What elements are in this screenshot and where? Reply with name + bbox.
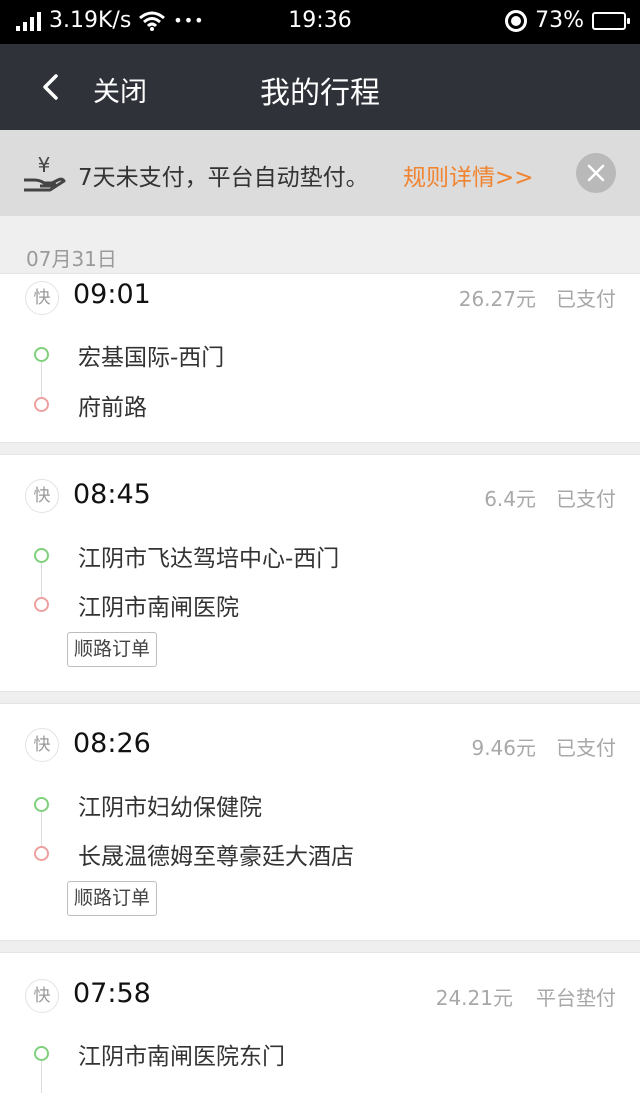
end-point-icon: [34, 397, 49, 412]
end-location: 府前路: [78, 395, 147, 421]
payment-status: 已支付: [556, 487, 616, 511]
close-button[interactable]: 关闭: [93, 70, 147, 109]
start-point-icon: [34, 797, 49, 812]
wifi-icon: [139, 11, 166, 31]
nav-bar: 关闭 我的行程: [0, 44, 640, 130]
shared-ride-tag: 顺路订单: [67, 632, 158, 667]
end-location: 长晟温德姆至尊豪廷大酒店: [78, 844, 354, 870]
yuan-hand-icon: ¥: [24, 153, 66, 192]
battery-icon: [592, 11, 630, 30]
start-location: 江阴市南闸医院东门: [78, 1044, 285, 1070]
trip-price: 9.46元: [471, 736, 536, 760]
start-location: 江阴市飞达驾培中心-西门: [78, 546, 340, 572]
trip-card[interactable]: 快 08:26 9.46元 已支付 江阴市妇幼保健院 长晟温德姆至尊豪廷大酒店 …: [0, 703, 640, 941]
network-speed: 3.19K/s: [49, 8, 132, 33]
express-badge: 快: [25, 728, 59, 762]
notice-close-button[interactable]: [576, 153, 616, 193]
trip-time: 08:45: [73, 479, 151, 510]
location-icon: [505, 9, 528, 32]
trip-time: 09:01: [73, 279, 151, 310]
trip-price: 6.4元: [484, 487, 536, 511]
route-line: [41, 1061, 42, 1093]
trip-card[interactable]: 快 07:58 24.21元 平台垫付 江阴市南闸医院东门: [0, 952, 640, 1093]
express-badge: 快: [25, 479, 59, 513]
date-header: 07月31日: [26, 247, 117, 271]
trip-time: 07:58: [73, 978, 151, 1009]
end-location: 江阴市南闸医院: [78, 595, 239, 621]
status-bar: 3.19K/s ••• 19:36 73%: [0, 0, 640, 44]
express-badge: 快: [25, 979, 59, 1013]
svg-text:¥: ¥: [38, 153, 51, 177]
trip-time: 08:26: [73, 728, 151, 759]
trip-card[interactable]: 快 08:45 6.4元 已支付 江阴市飞达驾培中心-西门 江阴市南闸医院 顺路…: [0, 454, 640, 692]
start-location: 宏基国际-西门: [78, 345, 225, 371]
signal-icon: [16, 11, 41, 31]
trip-card[interactable]: 快 09:01 26.27元 已支付 宏基国际-西门 府前路: [0, 273, 640, 443]
route-line: [41, 812, 42, 846]
payment-status: 平台垫付: [536, 986, 616, 1010]
express-badge: 快: [25, 281, 59, 315]
back-icon[interactable]: [38, 72, 68, 102]
route-line: [41, 563, 42, 597]
start-point-icon: [34, 1046, 49, 1061]
shared-ride-tag: 顺路订单: [67, 881, 158, 916]
more-dots: •••: [173, 11, 205, 30]
start-point-icon: [34, 548, 49, 563]
notice-banner: ¥ 7天未支付，平台自动垫付。 规则详情>>: [0, 130, 640, 216]
close-icon: [587, 164, 605, 182]
payment-status: 已支付: [556, 287, 616, 311]
start-point-icon: [34, 347, 49, 362]
trip-price: 24.21元: [435, 986, 513, 1010]
battery-percent: 73%: [535, 8, 584, 33]
notice-text: 7天未支付，平台自动垫付。: [78, 165, 369, 191]
end-point-icon: [34, 597, 49, 612]
payment-status: 已支付: [556, 736, 616, 760]
rules-detail-link[interactable]: 规则详情>>: [403, 158, 534, 192]
end-point-icon: [34, 846, 49, 861]
trip-price: 26.27元: [458, 287, 536, 311]
start-location: 江阴市妇幼保健院: [78, 795, 262, 821]
route-line: [41, 362, 42, 397]
